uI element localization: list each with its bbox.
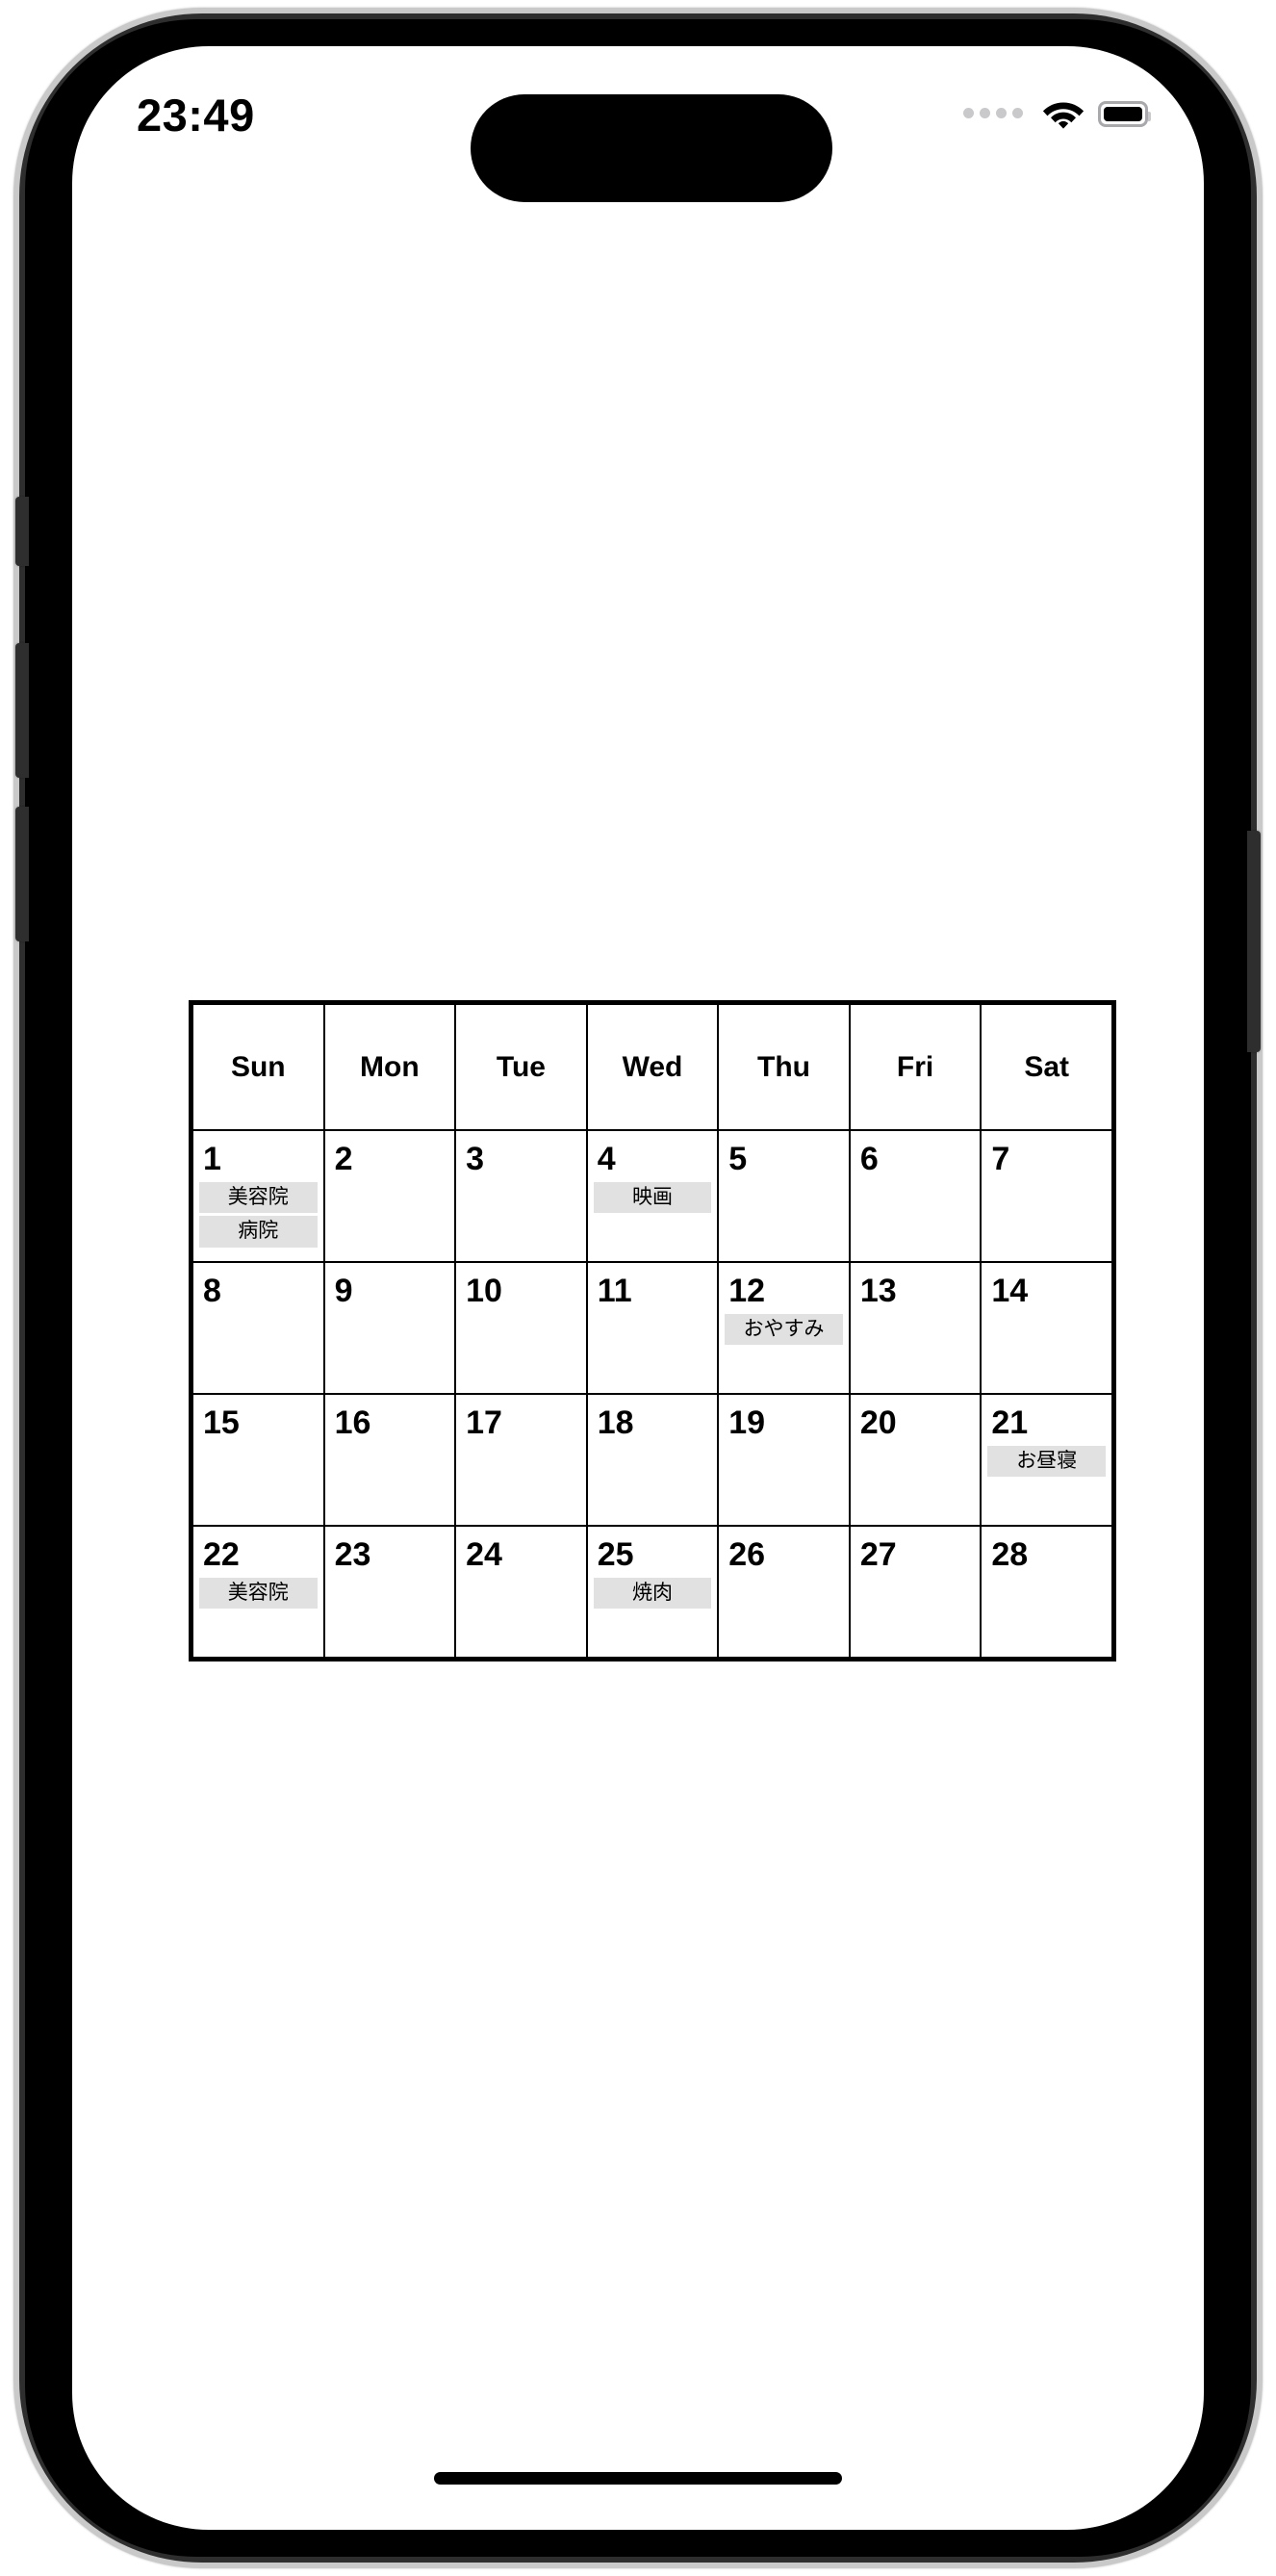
power-button[interactable] bbox=[1247, 831, 1261, 1052]
weekday-header-wed: Wed bbox=[585, 1003, 720, 1131]
calendar-day-cell[interactable]: 12 おやすみ bbox=[717, 1261, 851, 1395]
calendar-day-cell[interactable]: 4 映画 bbox=[585, 1129, 720, 1263]
day-number: 25 bbox=[597, 1536, 634, 1573]
day-number: 2 bbox=[334, 1141, 353, 1177]
calendar-day-cell[interactable]: 23 bbox=[322, 1525, 457, 1659]
weekday-header-sat: Sat bbox=[980, 1003, 1113, 1131]
event-chip[interactable]: 映画 bbox=[593, 1182, 712, 1214]
day-number: 11 bbox=[597, 1273, 632, 1309]
wifi-icon bbox=[1042, 98, 1085, 129]
day-number: 6 bbox=[859, 1141, 879, 1177]
day-number: 14 bbox=[991, 1273, 1029, 1309]
calendar-day-cell[interactable]: 2 bbox=[322, 1129, 457, 1263]
status-bar-indicators bbox=[963, 92, 1151, 135]
phone-frame: 23:49 Sun Mon Tue Wed Thu Fri Sat 1 美容院 … bbox=[13, 8, 1263, 2568]
calendar-day-cell[interactable]: 14 bbox=[980, 1261, 1113, 1395]
weekday-header-thu: Thu bbox=[717, 1003, 851, 1131]
day-number: 3 bbox=[466, 1141, 485, 1177]
calendar-day-cell[interactable]: 24 bbox=[454, 1525, 588, 1659]
cellular-dots-icon bbox=[963, 107, 1023, 120]
day-number: 18 bbox=[597, 1404, 634, 1441]
calendar-day-cell[interactable]: 26 bbox=[717, 1525, 851, 1659]
event-chip[interactable]: 焼肉 bbox=[593, 1578, 712, 1610]
day-number: 17 bbox=[466, 1404, 502, 1441]
calendar-day-cell[interactable]: 18 bbox=[585, 1393, 720, 1527]
calendar-day-cell[interactable]: 28 bbox=[980, 1525, 1113, 1659]
calendar-day-cell[interactable]: 27 bbox=[848, 1525, 983, 1659]
calendar-day-cell[interactable]: 16 bbox=[322, 1393, 457, 1527]
calendar-day-cell[interactable]: 10 bbox=[454, 1261, 588, 1395]
calendar-day-cell[interactable]: 20 bbox=[848, 1393, 983, 1527]
day-number: 13 bbox=[859, 1273, 897, 1309]
day-number: 27 bbox=[859, 1536, 897, 1573]
day-number: 8 bbox=[203, 1273, 221, 1309]
calendar-header-row: Sun Mon Tue Wed Thu Fri Sat bbox=[191, 1003, 1113, 1131]
mute-switch-button[interactable] bbox=[15, 497, 29, 566]
event-list: お昼寝 bbox=[982, 1446, 1111, 1478]
calendar-week-row: 22 美容院 23 24 25 焼肉 26 27 28 bbox=[191, 1525, 1113, 1659]
calendar-week-row: 1 美容院 病院 2 3 4 映画 5 6 7 bbox=[191, 1129, 1113, 1263]
event-chip[interactable]: 美容院 bbox=[199, 1182, 318, 1214]
calendar-week-row: 8 9 10 11 12 おやすみ 13 14 bbox=[191, 1261, 1113, 1395]
day-number: 1 bbox=[203, 1141, 221, 1177]
event-chip[interactable]: 病院 bbox=[199, 1216, 318, 1248]
event-list: おやすみ bbox=[719, 1314, 849, 1346]
day-number: 19 bbox=[728, 1404, 766, 1441]
volume-down-button[interactable] bbox=[15, 807, 29, 941]
day-number: 10 bbox=[466, 1273, 502, 1309]
calendar-day-cell[interactable]: 6 bbox=[848, 1129, 983, 1263]
home-indicator[interactable] bbox=[434, 2472, 842, 2485]
day-number: 15 bbox=[203, 1404, 240, 1441]
event-chip[interactable]: お昼寝 bbox=[987, 1446, 1106, 1478]
day-number: 26 bbox=[728, 1536, 766, 1573]
day-number: 24 bbox=[466, 1536, 502, 1573]
event-chip[interactable]: 美容院 bbox=[199, 1578, 318, 1610]
calendar-day-cell[interactable]: 9 bbox=[322, 1261, 457, 1395]
day-number: 23 bbox=[334, 1536, 371, 1573]
calendar-day-cell[interactable]: 7 bbox=[980, 1129, 1113, 1263]
weekday-header-sun: Sun bbox=[191, 1003, 325, 1131]
battery-icon bbox=[1098, 100, 1151, 127]
day-number: 20 bbox=[859, 1404, 897, 1441]
day-number: 12 bbox=[728, 1273, 766, 1309]
calendar-grid: Sun Mon Tue Wed Thu Fri Sat 1 美容院 病院 2 3 4 映画 5… bbox=[189, 1000, 1116, 1662]
calendar-body: 1 美容院 病院 2 3 4 映画 5 6 7 8 9 10 11 12 おやすみ 13 14 15 16 17 18 19… bbox=[191, 1129, 1113, 1659]
event-chip[interactable]: おやすみ bbox=[725, 1314, 843, 1346]
weekday-header-tue: Tue bbox=[454, 1003, 588, 1131]
day-number: 9 bbox=[334, 1273, 353, 1309]
weekday-header-fri: Fri bbox=[848, 1003, 983, 1131]
event-list: 映画 bbox=[588, 1182, 718, 1214]
day-number: 4 bbox=[597, 1141, 616, 1177]
calendar-day-cell[interactable]: 11 bbox=[585, 1261, 720, 1395]
event-list: 美容院 病院 bbox=[193, 1182, 323, 1248]
calendar-day-cell[interactable]: 19 bbox=[717, 1393, 851, 1527]
calendar-day-cell[interactable]: 17 bbox=[454, 1393, 588, 1527]
calendar-day-cell[interactable]: 8 bbox=[191, 1261, 325, 1395]
calendar-day-cell[interactable]: 25 焼肉 bbox=[585, 1525, 720, 1659]
day-number: 5 bbox=[728, 1141, 748, 1177]
day-number: 21 bbox=[991, 1404, 1029, 1441]
calendar-day-cell[interactable]: 13 bbox=[848, 1261, 983, 1395]
status-bar-time: 23:49 bbox=[137, 90, 255, 141]
calendar-day-cell[interactable]: 22 美容院 bbox=[191, 1525, 325, 1659]
battery-fill bbox=[1104, 106, 1142, 121]
day-number: 22 bbox=[203, 1536, 240, 1573]
volume-up-button[interactable] bbox=[15, 643, 29, 778]
calendar-day-cell[interactable]: 3 bbox=[454, 1129, 588, 1263]
phone-screen: 23:49 Sun Mon Tue Wed Thu Fri Sat 1 美容院 … bbox=[72, 46, 1204, 2530]
day-number: 16 bbox=[334, 1404, 371, 1441]
weekday-header-mon: Mon bbox=[322, 1003, 457, 1131]
calendar-day-cell[interactable]: 15 bbox=[191, 1393, 325, 1527]
day-number: 28 bbox=[991, 1536, 1029, 1573]
event-list: 焼肉 bbox=[588, 1578, 718, 1610]
calendar-day-cell[interactable]: 21 お昼寝 bbox=[980, 1393, 1113, 1527]
calendar-day-cell[interactable]: 1 美容院 病院 bbox=[191, 1129, 325, 1263]
day-number: 7 bbox=[991, 1141, 1010, 1177]
calendar-day-cell[interactable]: 5 bbox=[717, 1129, 851, 1263]
calendar-table: Sun Mon Tue Wed Thu Fri Sat 1 美容院 病院 2 3 4 映画 5… bbox=[191, 1003, 1113, 1659]
dynamic-island bbox=[471, 94, 832, 202]
calendar-week-row: 15 16 17 18 19 20 21 お昼寝 bbox=[191, 1393, 1113, 1527]
event-list: 美容院 bbox=[193, 1578, 323, 1610]
